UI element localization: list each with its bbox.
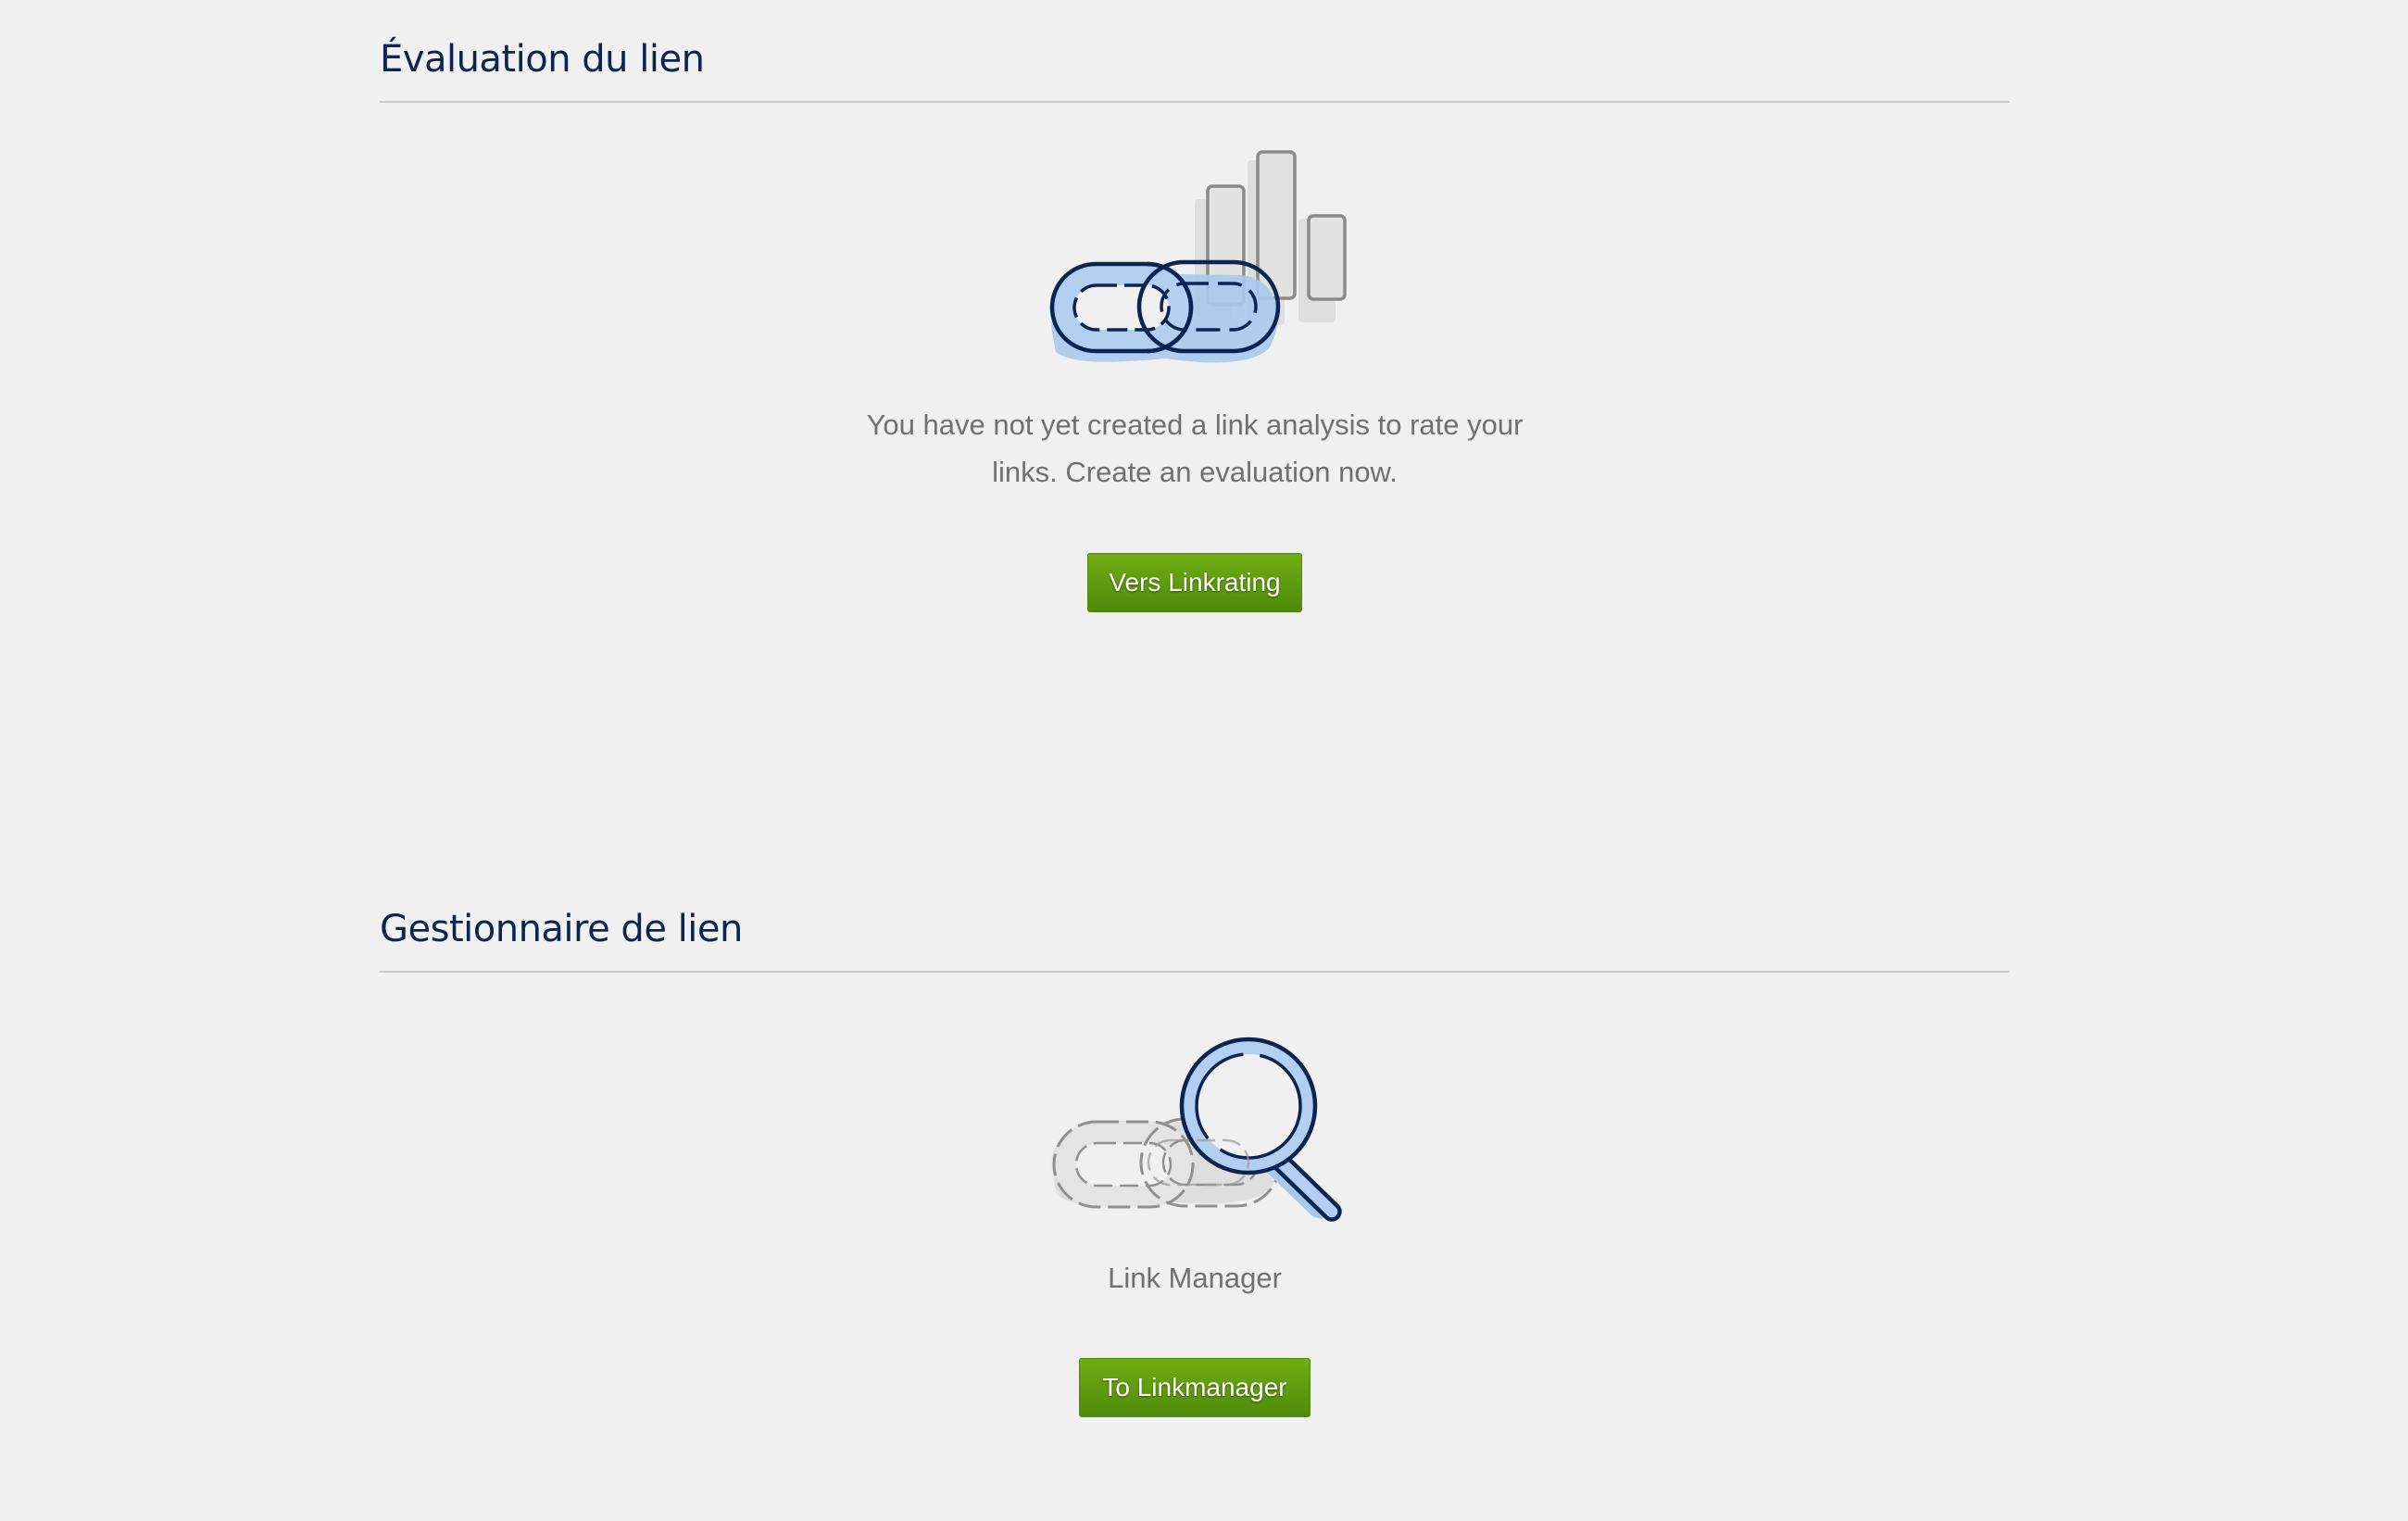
link-manager-message: Link Manager <box>1108 1262 1282 1294</box>
link-manager-title: Gestionnaire de lien <box>380 908 743 950</box>
link-manager-section: Gestionnaire de lien Link Manager To Lin… <box>380 871 2010 1519</box>
link-chain-bar-chart-icon <box>1049 150 1347 363</box>
link-rating-message-line1: You have not yet created a link analysis… <box>866 409 1524 441</box>
link-rating-message: You have not yet created a link analysis… <box>380 401 2010 496</box>
link-chain-magnifier-icon <box>1051 1037 1342 1222</box>
to-linkrating-button[interactable]: Vers Linkrating <box>1087 553 1302 612</box>
link-rating-message-line2: links. Create an evaluation now. <box>992 456 1398 488</box>
link-rating-divider <box>380 101 2010 103</box>
link-manager-divider <box>380 971 2010 973</box>
link-rating-title: Évaluation du lien <box>380 38 705 81</box>
link-rating-section: Évaluation du lien You have not yet crea… <box>380 0 2010 834</box>
to-linkmanager-button[interactable]: To Linkmanager <box>1079 1358 1311 1417</box>
